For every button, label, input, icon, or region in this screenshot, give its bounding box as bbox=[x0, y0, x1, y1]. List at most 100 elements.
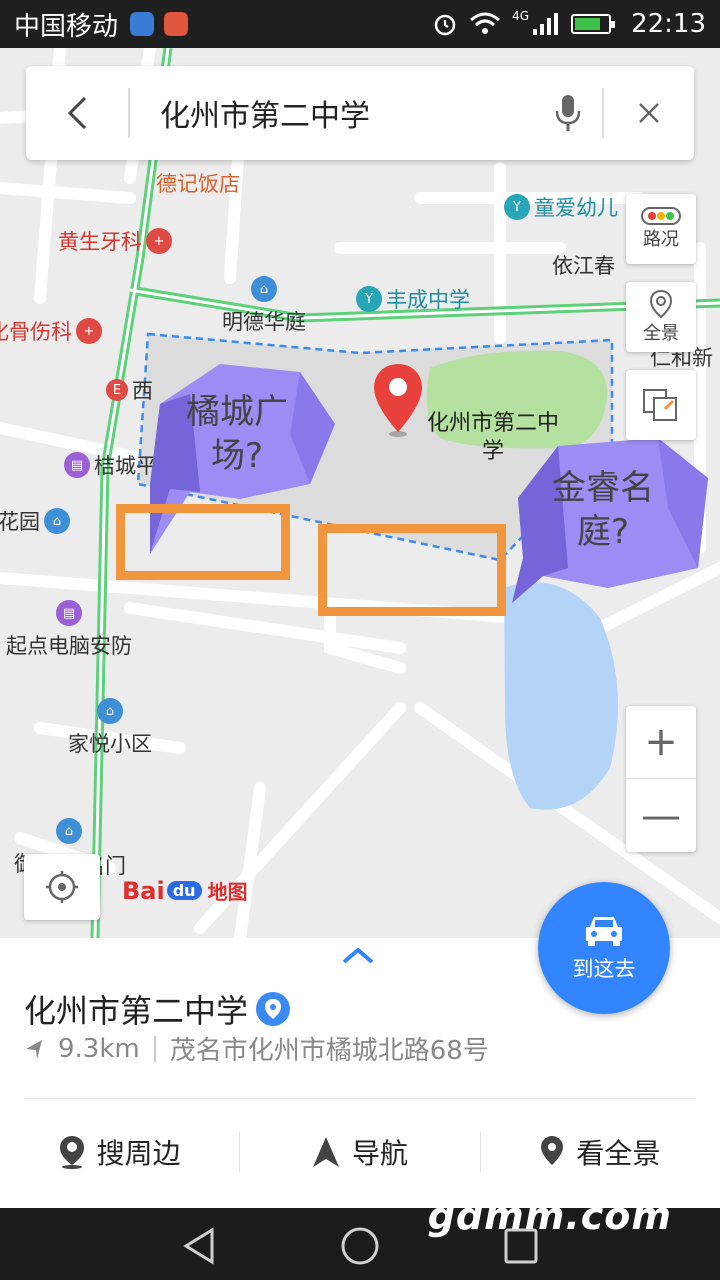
nav-back-icon[interactable] bbox=[180, 1226, 220, 1266]
system-nav-bar: gdmm.com bbox=[0, 1194, 720, 1280]
panorama-icon bbox=[541, 1136, 564, 1165]
traffic-light-icon bbox=[641, 207, 681, 225]
go-here-button[interactable]: 到这去 bbox=[538, 882, 670, 1014]
crosshair-icon bbox=[46, 871, 78, 903]
mail-app-icon bbox=[164, 12, 189, 36]
poi-yijiangchun[interactable]: 依江春 bbox=[552, 250, 615, 280]
residence-icon: ⌂ bbox=[56, 818, 82, 844]
poi-label: 黄生牙科 bbox=[58, 230, 142, 254]
destination-marker[interactable] bbox=[372, 362, 424, 442]
place-title: 化州市第二中学 bbox=[24, 986, 291, 1032]
map-view[interactable]: 德记饭店 黄生牙科 + 化骨伤科 + E 西 ▤ 桔城平 花园 ⌂ ▤ 起点电脑… bbox=[0, 48, 720, 938]
navigation-arrow-icon bbox=[312, 1137, 339, 1167]
poi-label: 起点电脑安防 bbox=[6, 634, 132, 658]
place-info: 9.3km 茂名市化州市橘城北路68号 bbox=[24, 1030, 489, 1067]
clear-button[interactable] bbox=[604, 101, 694, 125]
locate-me-button[interactable] bbox=[24, 854, 100, 920]
clock: 22:13 bbox=[631, 9, 706, 39]
annotation-text-right: 金睿名庭? bbox=[552, 468, 654, 552]
wifi-icon bbox=[470, 12, 501, 34]
nav-home-icon[interactable] bbox=[338, 1224, 382, 1268]
zoom-out-button[interactable]: — bbox=[626, 779, 696, 852]
poi-huangsheng[interactable]: 黄生牙科 + bbox=[58, 226, 172, 256]
view-panorama-label: 看全景 bbox=[576, 1137, 661, 1170]
panorama-label: 全景 bbox=[643, 323, 679, 344]
alarm-icon bbox=[434, 14, 456, 36]
poi-qidian[interactable]: ▤ 起点电脑安防 bbox=[6, 600, 132, 660]
annotation-text-left: 橘城广场? bbox=[186, 392, 288, 476]
highlight-box-left bbox=[116, 504, 290, 580]
poi-jiayue[interactable]: ⌂ 家悦小区 bbox=[68, 698, 152, 758]
watermark: gdmm.com bbox=[427, 1194, 672, 1238]
highlight-box-right bbox=[318, 524, 506, 616]
poi-fengcheng[interactable]: Y 丰成中学 bbox=[356, 284, 470, 314]
place-address: 茂名市化州市橘城北路68号 bbox=[169, 1036, 489, 1066]
store-icon: E bbox=[106, 379, 128, 401]
distance-arrow-icon bbox=[26, 1039, 42, 1059]
poi-label: 明德华庭 bbox=[222, 310, 306, 334]
poi-label: 童爱幼儿 bbox=[534, 196, 618, 220]
go-here-label: 到这去 bbox=[572, 957, 636, 981]
map-pin-icon bbox=[374, 364, 422, 437]
battery-icon bbox=[571, 14, 616, 34]
poi-mingde[interactable]: ⌂ 明德华庭 bbox=[222, 276, 306, 336]
back-arrow-icon bbox=[67, 96, 87, 130]
poi-huayuan[interactable]: 花园 ⌂ bbox=[0, 506, 70, 536]
layers-icon bbox=[643, 389, 677, 421]
mall-icon: ▤ bbox=[64, 452, 90, 478]
location-app-icon bbox=[130, 12, 155, 36]
close-icon bbox=[639, 103, 659, 123]
zoom-control: + — bbox=[626, 706, 696, 852]
location-pin-icon bbox=[59, 1136, 84, 1169]
chevron-up-icon[interactable] bbox=[340, 946, 376, 966]
carrier-name: 中国移动 bbox=[14, 11, 119, 42]
logo-ditu: 地图 bbox=[207, 880, 248, 904]
poi-label: 丰成中学 bbox=[386, 288, 470, 312]
search-nearby-label: 搜周边 bbox=[96, 1137, 181, 1170]
residence-icon: ⌂ bbox=[44, 508, 70, 534]
verified-location-icon bbox=[256, 992, 291, 1026]
place-name: 化州市第二中学 bbox=[24, 992, 249, 1030]
traffic-label: 路况 bbox=[643, 229, 679, 250]
poi-label: 花园 bbox=[0, 510, 40, 534]
search-nearby-button[interactable]: 搜周边 bbox=[0, 1132, 241, 1172]
back-button[interactable] bbox=[26, 88, 130, 138]
poi-deji[interactable]: 德记饭店 bbox=[156, 168, 240, 198]
baidu-map-logo: Bai du 地图 bbox=[122, 876, 248, 905]
divider bbox=[24, 1098, 696, 1099]
view-panorama-button[interactable]: 看全景 bbox=[481, 1132, 720, 1172]
panorama-button[interactable]: 全景 bbox=[626, 282, 696, 352]
traffic-button[interactable]: 路况 bbox=[626, 194, 696, 264]
poi-label: 依江春 bbox=[552, 254, 615, 278]
poi-label: 家悦小区 bbox=[68, 732, 152, 756]
school-icon: Y bbox=[356, 286, 382, 312]
dentist-icon: + bbox=[146, 228, 172, 254]
microphone-icon bbox=[555, 95, 581, 131]
network-type: 4G bbox=[512, 9, 530, 23]
search-bar: 化州市第二中学 bbox=[26, 66, 694, 160]
zoom-in-button[interactable]: + bbox=[626, 706, 696, 779]
search-query[interactable]: 化州市第二中学 bbox=[130, 91, 534, 135]
poi-label: 化骨伤科 bbox=[0, 320, 72, 344]
poi-bone[interactable]: 化骨伤科 + bbox=[0, 316, 102, 346]
voice-search-button[interactable] bbox=[534, 88, 604, 138]
navigate-button[interactable]: 导航 bbox=[240, 1132, 481, 1172]
panorama-pin-icon bbox=[649, 289, 673, 319]
car-icon bbox=[586, 917, 622, 946]
action-bar: 搜周边 导航 看全景 bbox=[0, 1118, 720, 1188]
logo-du: du bbox=[166, 881, 202, 900]
layers-button[interactable] bbox=[626, 370, 696, 440]
kindergarten-icon: Y bbox=[504, 194, 530, 220]
navigate-label: 导航 bbox=[351, 1137, 408, 1170]
hospital-icon: + bbox=[76, 318, 102, 344]
logo-bai: Bai bbox=[122, 876, 165, 905]
separator bbox=[153, 1035, 156, 1062]
place-distance: 9.3km bbox=[58, 1033, 140, 1064]
status-bar: 中国移动 4G 22:13 bbox=[0, 0, 720, 48]
residence-icon: ⌂ bbox=[251, 276, 277, 302]
signal-icon bbox=[533, 13, 559, 35]
poi-tongai[interactable]: Y 童爱幼儿 bbox=[504, 192, 618, 222]
shop-icon: ▤ bbox=[56, 600, 82, 626]
poi-label: 德记饭店 bbox=[156, 172, 240, 196]
residence-icon: ⌂ bbox=[97, 698, 123, 724]
